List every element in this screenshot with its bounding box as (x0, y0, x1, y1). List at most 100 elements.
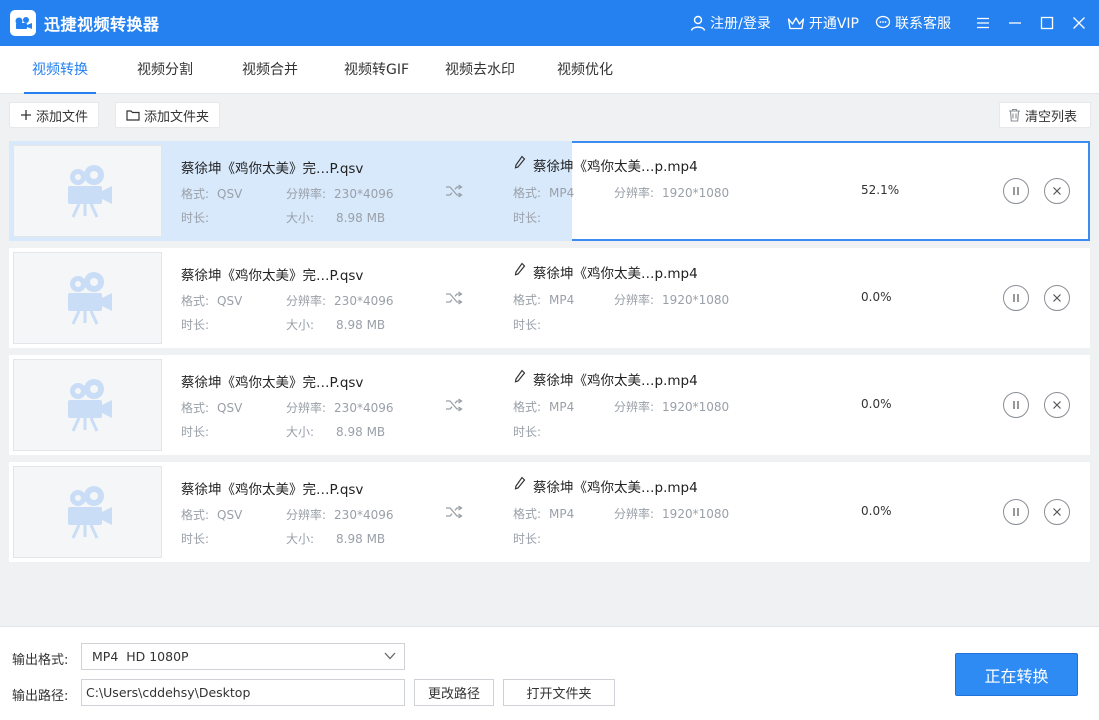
progress-percent: 0.0% (861, 504, 892, 518)
pause-button[interactable] (1003, 392, 1029, 418)
output-file-name[interactable]: 蔡徐坤《鸡你太美…p.mp4 (533, 476, 698, 496)
close-window-icon[interactable] (1068, 12, 1090, 34)
video-camera-placeholder-icon (67, 486, 112, 539)
source-format: 格式: QSV (181, 401, 243, 415)
video-thumbnail (13, 466, 162, 558)
source-duration: 时长: (181, 318, 210, 332)
file-row[interactable]: 蔡徐坤《鸡你太美》完…P.qsv 格式: QSV 分辨率: 230*4096 时长:… (9, 355, 1090, 455)
output-file-name[interactable]: 蔡徐坤《鸡你太美…p.mp4 (533, 369, 698, 389)
output-file-name[interactable]: 蔡徐坤《鸡你太美…p.mp4 (533, 262, 698, 282)
source-resolution: 分辨率: 230*4096 (286, 401, 394, 415)
source-file-name: 蔡徐坤《鸡你太美》完…P.qsv (181, 268, 364, 284)
vip-label: 开通VIP (808, 16, 859, 32)
close-icon (1053, 294, 1061, 302)
output-resolution: 分辨率: 1920*1080 (614, 186, 730, 200)
crown-icon (787, 16, 804, 29)
source-resolution: 分辨率: 230*4096 (286, 187, 394, 201)
login-link[interactable]: 注册/登录 (690, 13, 771, 33)
source-size: 大小: 8.98 MB (286, 425, 386, 439)
source-duration: 时长: (181, 532, 210, 546)
pencil-icon[interactable] (514, 155, 526, 169)
customer-service-label: 联系客服 (895, 16, 951, 32)
remove-button[interactable] (1044, 285, 1070, 311)
change-path-button[interactable]: 更改路径 (414, 679, 494, 706)
pencil-icon[interactable] (514, 369, 526, 383)
app-title: 迅捷视频转换器 (44, 15, 160, 34)
close-icon (1053, 508, 1061, 516)
source-resolution: 分辨率: 230*4096 (286, 294, 394, 308)
remove-button[interactable] (1044, 178, 1070, 204)
shuffle-icon (446, 291, 463, 305)
video-thumbnail (13, 359, 162, 451)
output-resolution: 分辨率: 1920*1080 (614, 293, 730, 307)
output-resolution: 分辨率: 1920*1080 (614, 400, 730, 414)
source-size: 大小: 8.98 MB (286, 532, 386, 546)
customer-service-link[interactable]: 联系客服 (875, 13, 951, 33)
video-thumbnail (13, 252, 162, 344)
output-file-name[interactable]: 蔡徐坤《鸡你太美…p.mp4 (533, 155, 698, 175)
tab-video-merge[interactable]: 视频合并 (242, 46, 298, 94)
chevron-down-icon (384, 652, 396, 660)
pause-button[interactable] (1003, 178, 1029, 204)
tab-video-split[interactable]: 视频分割 (137, 46, 193, 94)
user-icon (690, 15, 706, 31)
shuffle-icon (446, 184, 463, 198)
close-icon (1053, 401, 1061, 409)
remove-button[interactable] (1044, 392, 1070, 418)
source-format: 格式: QSV (181, 294, 243, 308)
vip-link[interactable]: 开通VIP (787, 13, 859, 33)
maximize-icon[interactable] (1036, 12, 1058, 34)
minimize-icon[interactable] (1004, 12, 1026, 34)
output-format: 格式: MP4 (513, 293, 575, 307)
output-path-label: 输出路径: (12, 689, 69, 704)
start-convert-button[interactable]: 正在转换 (955, 653, 1078, 696)
output-settings-panel: 输出格式: MP4 HD 1080P 输出路径: 更改路径 打开文件夹 正在转换 (0, 626, 1099, 720)
file-row[interactable]: 蔡徐坤《鸡你太美》完…P.qsv 格式: QSV 分辨率: 230*4096 时长:… (9, 141, 1090, 241)
source-duration: 时长: (181, 425, 210, 439)
output-duration: 时长: (513, 532, 542, 546)
pause-button[interactable] (1003, 285, 1029, 311)
menu-icon[interactable] (972, 12, 994, 34)
file-row[interactable]: 蔡徐坤《鸡你太美》完…P.qsv 格式: QSV 分辨率: 230*4096 时长:… (9, 462, 1090, 562)
folder-icon (126, 110, 140, 121)
output-format: 格式: MP4 (513, 400, 575, 414)
clear-list-button[interactable]: 清空列表 (999, 102, 1091, 128)
title-bar: 迅捷视频转换器 注册/登录 开通VIP 联系客服 (0, 0, 1099, 46)
source-format: 格式: QSV (181, 508, 243, 522)
output-duration: 时长: (513, 318, 542, 332)
tab-bar: 视频转换 视频分割 视频合并 视频转GIF 视频去水印 视频优化 (0, 46, 1099, 94)
tab-remove-watermark[interactable]: 视频去水印 (445, 46, 515, 94)
output-format-label: 输出格式: (12, 653, 69, 668)
shuffle-icon (446, 398, 463, 412)
output-duration: 时长: (513, 425, 542, 439)
file-row[interactable]: 蔡徐坤《鸡你太美》完…P.qsv 格式: QSV 分辨率: 230*4096 时长:… (9, 248, 1090, 348)
video-camera-placeholder-icon (67, 272, 112, 325)
progress-percent: 52.1% (861, 183, 900, 197)
output-path-input[interactable] (81, 679, 405, 706)
tab-video-convert[interactable]: 视频转换 (24, 46, 96, 94)
progress-percent: 0.0% (861, 290, 892, 304)
source-file-name: 蔡徐坤《鸡你太美》完…P.qsv (181, 161, 364, 177)
pause-icon (1013, 508, 1019, 516)
chat-icon (875, 15, 891, 29)
add-folder-button[interactable]: 添加文件夹 (115, 102, 221, 128)
open-folder-button[interactable]: 打开文件夹 (503, 679, 615, 706)
output-duration: 时长: (513, 211, 542, 225)
source-size: 大小: 8.98 MB (286, 318, 386, 332)
tab-video-to-gif[interactable]: 视频转GIF (344, 46, 409, 94)
pause-icon (1013, 401, 1019, 409)
trash-icon (1009, 108, 1020, 122)
pause-icon (1013, 187, 1019, 195)
pencil-icon[interactable] (514, 476, 526, 490)
pencil-icon[interactable] (514, 262, 526, 276)
tab-video-optimize[interactable]: 视频优化 (557, 46, 613, 94)
output-format-select[interactable]: MP4 HD 1080P (81, 643, 405, 670)
add-file-button[interactable]: 添加文件 (9, 102, 100, 128)
plus-icon (21, 110, 31, 120)
source-duration: 时长: (181, 211, 210, 225)
progress-percent: 0.0% (861, 397, 892, 411)
remove-button[interactable] (1044, 499, 1070, 525)
source-format: 格式: QSV (181, 187, 243, 201)
pause-button[interactable] (1003, 499, 1029, 525)
video-camera-placeholder-icon (67, 379, 112, 432)
